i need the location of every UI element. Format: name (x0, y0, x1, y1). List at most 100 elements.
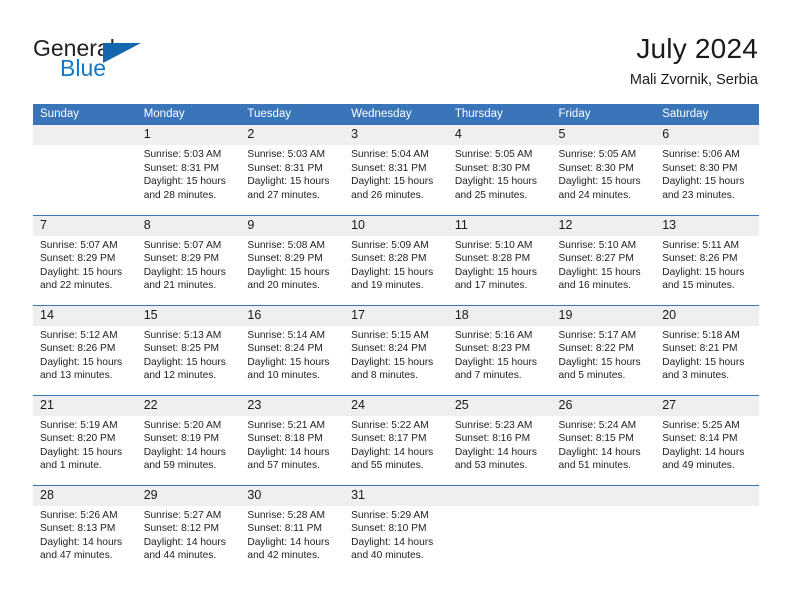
daylight-text-line2: and 44 minutes. (143, 550, 217, 562)
calendar-day-cell[interactable]: 15 Sunrise: 5:13 AM Sunset: 8:25 PM Dayligh… (136, 304, 241, 395)
day-number: 17 (344, 305, 448, 326)
calendar-day-cell[interactable]: 9 Sunrise: 5:08 AM Sunset: 8:29 PM Daylight… (240, 214, 345, 305)
calendar-day-cell[interactable]: 14 Sunrise: 5:12 AM Sunset: 8:26 PM Dayligh… (33, 304, 137, 395)
day-number: 10 (344, 215, 448, 236)
sunrise-text: Sunrise: 5:25 AM (662, 419, 740, 431)
calendar-day-cell[interactable]: 16 Sunrise: 5:14 AM Sunset: 8:24 PM Dayligh… (240, 304, 345, 395)
brand-logo[interactable]: General Blue (33, 36, 223, 86)
sunrise-text: Sunrise: 5:14 AM (247, 329, 325, 341)
daylight-text-line2: and 57 minutes. (247, 460, 320, 472)
day-number (551, 485, 656, 506)
day-sun-info: Sunrise: 5:24 AM Sunset: 8:15 PM Daylight:… (552, 416, 656, 473)
calendar-day-cell[interactable]: 13 Sunrise: 5:11 AM Sunset: 8:26 PM Dayligh… (655, 214, 759, 305)
calendar-day-cell[interactable]: 18 Sunrise: 5:16 AM Sunset: 8:23 PM Dayligh… (447, 304, 552, 395)
calendar-day-cell-empty (551, 484, 656, 575)
calendar-day-cell[interactable]: 20 Sunrise: 5:18 AM Sunset: 8:21 PM Dayligh… (655, 304, 759, 395)
day-number (447, 485, 552, 506)
triangle-flag-icon (103, 43, 141, 63)
sunrise-text: Sunrise: 5:15 AM (351, 329, 429, 341)
sunrise-text: Sunrise: 5:27 AM (143, 509, 222, 521)
daylight-text-line1: Daylight: 15 hours (40, 356, 123, 368)
calendar-day-cell[interactable]: 4 Sunrise: 5:05 AM Sunset: 8:30 PM Daylight… (447, 125, 552, 215)
day-sun-info: Sunrise: 5:26 AM Sunset: 8:13 PM Daylight:… (33, 506, 137, 563)
calendar-day-cell[interactable]: 21 Sunrise: 5:19 AM Sunset: 8:20 PM Dayligh… (33, 394, 137, 485)
daylight-text-line2: and 8 minutes. (351, 370, 418, 382)
calendar-day-cell[interactable]: 8 Sunrise: 5:07 AM Sunset: 8:29 PM Daylight… (136, 214, 241, 305)
daylight-text-line2: and 17 minutes. (454, 280, 528, 292)
sunrise-text: Sunrise: 5:04 AM (351, 149, 429, 160)
calendar-week-row: 7 Sunrise: 5:07 AM Sunset: 8:29 PM Daylight… (33, 214, 759, 305)
calendar-day-cell[interactable]: 31 Sunrise: 5:29 AM Sunset: 8:10 PM Dayligh… (344, 484, 448, 575)
day-sun-info: Sunrise: 5:10 AM Sunset: 8:28 PM Daylight:… (448, 236, 552, 293)
sunset-text: Sunset: 8:30 PM (454, 162, 531, 174)
calendar-day-cell[interactable]: 10 Sunrise: 5:09 AM Sunset: 8:28 PM Dayligh… (344, 214, 448, 305)
sunset-text: Sunset: 8:14 PM (662, 433, 738, 445)
sunset-text: Sunset: 8:26 PM (662, 253, 738, 265)
day-number: 14 (33, 305, 137, 326)
day-sun-info: Sunrise: 5:22 AM Sunset: 8:17 PM Daylight:… (344, 416, 448, 473)
sunrise-text: Sunrise: 5:23 AM (454, 419, 533, 431)
weekday-header-sunday: Sunday (33, 104, 137, 125)
sunrise-text: Sunrise: 5:16 AM (454, 329, 533, 341)
day-number: 11 (447, 215, 552, 236)
day-sun-info: Sunrise: 5:13 AM Sunset: 8:25 PM Daylight:… (137, 326, 241, 383)
daylight-text-line1: Daylight: 15 hours (40, 446, 123, 458)
day-number: 15 (136, 305, 241, 326)
daylight-text-line2: and 42 minutes. (247, 550, 320, 562)
calendar-day-cell[interactable]: 25 Sunrise: 5:23 AM Sunset: 8:16 PM Dayligh… (447, 394, 552, 485)
daylight-text-line1: Daylight: 15 hours (558, 266, 641, 278)
calendar-day-cell[interactable]: 29 Sunrise: 5:27 AM Sunset: 8:12 PM Dayligh… (136, 484, 241, 575)
calendar-day-cell[interactable]: 17 Sunrise: 5:15 AM Sunset: 8:24 PM Dayligh… (344, 304, 448, 395)
calendar-day-cell[interactable]: 11 Sunrise: 5:10 AM Sunset: 8:28 PM Dayligh… (447, 214, 552, 305)
calendar-day-cell[interactable]: 5 Sunrise: 5:05 AM Sunset: 8:30 PM Daylight… (551, 125, 656, 215)
sunrise-text: Sunrise: 5:26 AM (40, 509, 118, 521)
daylight-text-line2: and 24 minutes. (558, 189, 632, 201)
daylight-text-line1: Daylight: 15 hours (40, 266, 123, 278)
daylight-text-line2: and 7 minutes. (454, 370, 522, 382)
sunrise-text: Sunrise: 5:06 AM (662, 149, 740, 160)
sunset-text: Sunset: 8:29 PM (40, 253, 116, 265)
daylight-text-line1: Daylight: 15 hours (351, 356, 434, 368)
calendar-day-cell[interactable]: 28 Sunrise: 5:26 AM Sunset: 8:13 PM Dayligh… (33, 484, 137, 575)
page-header: General Blue July 2024 Mali Zvornik, Ser… (0, 0, 792, 100)
calendar-day-cell[interactable]: 30 Sunrise: 5:28 AM Sunset: 8:11 PM Dayligh… (240, 484, 345, 575)
day-sun-info: Sunrise: 5:17 AM Sunset: 8:22 PM Daylight:… (552, 326, 656, 383)
sunset-text: Sunset: 8:20 PM (40, 433, 116, 445)
sunrise-text: Sunrise: 5:20 AM (143, 419, 222, 431)
daylight-text-line2: and 13 minutes. (40, 370, 113, 382)
day-number: 27 (655, 395, 759, 416)
sunrise-text: Sunrise: 5:10 AM (558, 239, 637, 251)
calendar-day-cell[interactable]: 2 Sunrise: 5:03 AM Sunset: 8:31 PM Daylight… (240, 125, 345, 215)
sunrise-text: Sunrise: 5:03 AM (143, 149, 222, 160)
daylight-text-line1: Daylight: 15 hours (662, 356, 745, 368)
daylight-text-line1: Daylight: 14 hours (143, 536, 226, 548)
calendar-day-cell[interactable]: 22 Sunrise: 5:20 AM Sunset: 8:19 PM Dayligh… (136, 394, 241, 485)
daylight-text-line1: Daylight: 14 hours (40, 536, 123, 548)
calendar-day-cell[interactable]: 19 Sunrise: 5:17 AM Sunset: 8:22 PM Dayligh… (551, 304, 656, 395)
daylight-text-line2: and 16 minutes. (558, 280, 632, 292)
calendar-day-cell[interactable]: 27 Sunrise: 5:25 AM Sunset: 8:14 PM Dayligh… (655, 394, 759, 485)
calendar-day-cell[interactable]: 26 Sunrise: 5:24 AM Sunset: 8:15 PM Dayligh… (551, 394, 656, 485)
day-number: 3 (344, 125, 448, 145)
sunset-text: Sunset: 8:30 PM (662, 162, 738, 174)
daylight-text-line2: and 47 minutes. (40, 550, 113, 562)
day-sun-info: Sunrise: 5:07 AM Sunset: 8:29 PM Daylight:… (137, 236, 241, 293)
calendar-day-cell[interactable]: 3 Sunrise: 5:04 AM Sunset: 8:31 PM Daylight… (344, 125, 448, 215)
calendar-day-cell[interactable]: 7 Sunrise: 5:07 AM Sunset: 8:29 PM Daylight… (33, 214, 137, 305)
daylight-text-line1: Daylight: 15 hours (351, 176, 434, 188)
daylight-text-line2: and 5 minutes. (558, 370, 626, 382)
sunrise-text: Sunrise: 5:24 AM (558, 419, 637, 431)
brand-name-blue: Blue (60, 55, 107, 81)
calendar-day-cell[interactable]: 1 Sunrise: 5:03 AM Sunset: 8:31 PM Daylight… (136, 125, 241, 215)
sunrise-text: Sunrise: 5:19 AM (40, 419, 118, 431)
day-sun-info: Sunrise: 5:19 AM Sunset: 8:20 PM Daylight:… (33, 416, 137, 473)
calendar-day-cell[interactable]: 24 Sunrise: 5:22 AM Sunset: 8:17 PM Dayligh… (344, 394, 448, 485)
daylight-text-line2: and 20 minutes. (247, 280, 320, 292)
calendar-day-cell[interactable]: 12 Sunrise: 5:10 AM Sunset: 8:27 PM Dayligh… (551, 214, 656, 305)
calendar-week-row: 1 Sunrise: 5:03 AM Sunset: 8:31 PM Daylight… (33, 125, 759, 215)
calendar-day-cell[interactable]: 23 Sunrise: 5:21 AM Sunset: 8:18 PM Dayligh… (240, 394, 345, 485)
sunrise-text: Sunrise: 5:12 AM (40, 329, 118, 341)
calendar-day-cell[interactable]: 6 Sunrise: 5:06 AM Sunset: 8:30 PM Daylight… (655, 125, 759, 215)
day-sun-info: Sunrise: 5:29 AM Sunset: 8:10 PM Daylight:… (344, 506, 448, 563)
sunset-text: Sunset: 8:31 PM (247, 162, 323, 174)
